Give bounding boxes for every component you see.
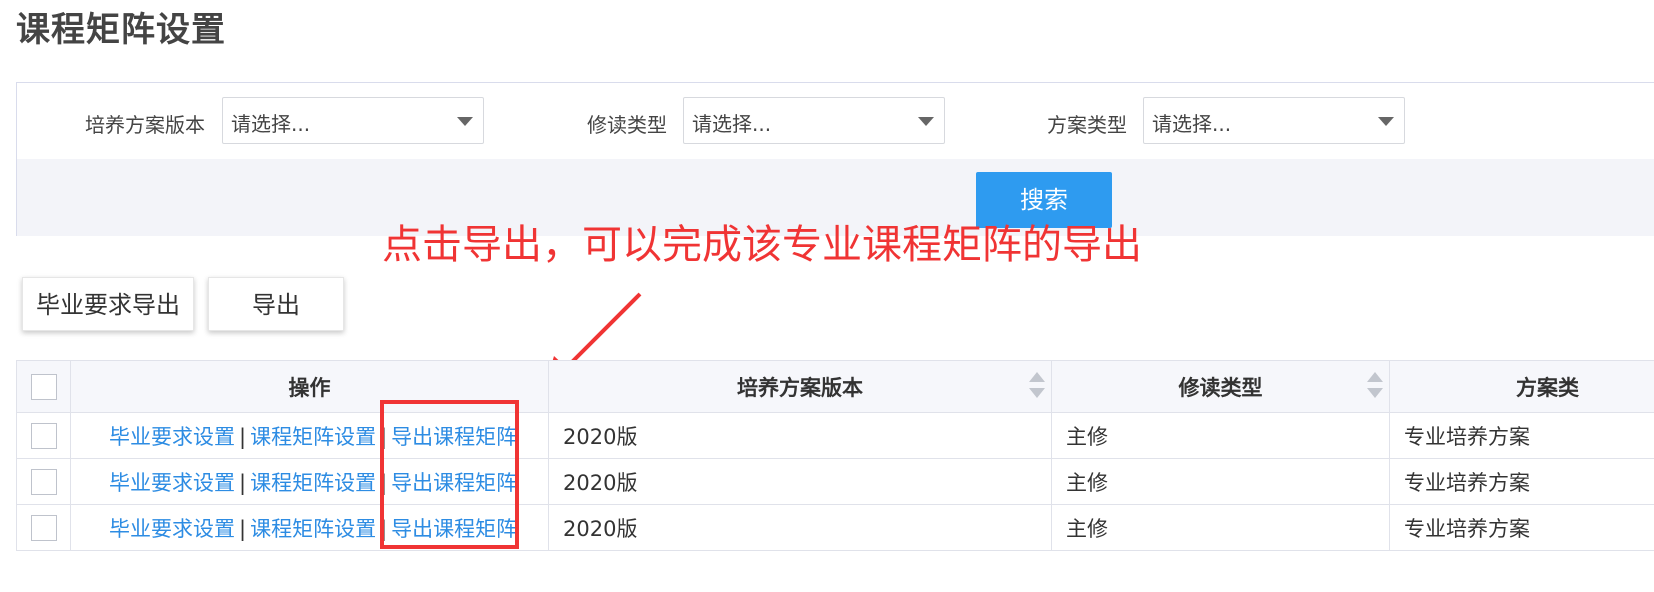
study-type-label: 修读类型 — [587, 113, 667, 137]
version-cell: 2020版 — [548, 504, 1052, 551]
export-button[interactable]: 导出 — [208, 277, 344, 331]
header-study-type[interactable]: 修读类型 — [1051, 360, 1390, 413]
table-row: 毕业要求设置 | 课程矩阵设置 | 导出课程矩阵 2020版 主修 专业培养方案 — [16, 412, 1654, 459]
row-checkbox[interactable] — [30, 468, 57, 495]
header-checkbox-cell — [16, 360, 71, 413]
sort-icon[interactable] — [1367, 372, 1383, 402]
annotation-text: 点击导出，可以完成该专业课程矩阵的导出 — [382, 222, 1142, 268]
plan-type-cell: 专业培养方案 — [1389, 458, 1654, 505]
header-plan-type: 方案类 — [1389, 360, 1654, 413]
version-label: 培养方案版本 — [85, 113, 205, 137]
chevron-down-icon — [1378, 117, 1394, 126]
plan-type-cell: 专业培养方案 — [1389, 504, 1654, 551]
table-header-row: 操作 培养方案版本 修读类型 方案类 — [16, 360, 1654, 413]
table-row: 毕业要求设置 | 课程矩阵设置 | 导出课程矩阵 2020版 主修 专业培养方案 — [16, 458, 1654, 505]
graduation-export-button[interactable]: 毕业要求导出 — [22, 277, 194, 331]
study-type-select-value: 请选择... — [692, 112, 772, 136]
version-select-value: 请选择... — [231, 112, 311, 136]
separator: | — [239, 516, 247, 541]
chevron-down-icon — [918, 117, 934, 126]
study-type-cell: 主修 — [1051, 412, 1390, 459]
graduation-requirement-link[interactable]: 毕业要求设置 — [109, 425, 235, 449]
version-cell: 2020版 — [548, 412, 1052, 459]
plan-type-cell: 专业培养方案 — [1389, 412, 1654, 459]
row-checkbox-cell — [16, 504, 71, 551]
data-table: 操作 培养方案版本 修读类型 方案类 毕业要求设置 | 课程矩阵设置 | 导出课程矩阵 … — [16, 360, 1654, 551]
course-matrix-settings-link[interactable]: 课程矩阵设置 — [250, 517, 376, 541]
row-checkbox[interactable] — [30, 514, 57, 541]
course-matrix-settings-link[interactable]: 课程矩阵设置 — [250, 425, 376, 449]
annotation-highlight-box — [380, 400, 519, 549]
separator: | — [239, 424, 247, 449]
course-matrix-settings-link[interactable]: 课程矩阵设置 — [250, 471, 376, 495]
row-checkbox-cell — [16, 412, 71, 459]
sort-icon[interactable] — [1029, 372, 1045, 402]
version-cell: 2020版 — [548, 458, 1052, 505]
select-all-checkbox[interactable] — [30, 373, 57, 400]
study-type-cell: 主修 — [1051, 504, 1390, 551]
graduation-requirement-link[interactable]: 毕业要求设置 — [109, 517, 235, 541]
header-version-label: 培养方案版本 — [737, 375, 863, 400]
header-version[interactable]: 培养方案版本 — [548, 360, 1052, 413]
table-row: 毕业要求设置 | 课程矩阵设置 | 导出课程矩阵 2020版 主修 专业培养方案 — [16, 504, 1654, 551]
row-checkbox-cell — [16, 458, 71, 505]
header-study-type-label: 修读类型 — [1178, 375, 1263, 400]
plan-type-label: 方案类型 — [1047, 113, 1127, 137]
plan-type-select-value: 请选择... — [1152, 112, 1232, 136]
graduation-requirement-link[interactable]: 毕业要求设置 — [109, 471, 235, 495]
version-select[interactable]: 请选择... — [222, 97, 484, 144]
study-type-select[interactable]: 请选择... — [683, 97, 945, 144]
study-type-cell: 主修 — [1051, 458, 1390, 505]
chevron-down-icon — [457, 117, 473, 126]
plan-type-select[interactable]: 请选择... — [1143, 97, 1405, 144]
row-checkbox[interactable] — [30, 422, 57, 449]
page-title: 课程矩阵设置 — [16, 10, 226, 50]
filter-row: 培养方案版本 请选择... 修读类型 请选择... 方案类型 请选择... — [17, 97, 1654, 145]
separator: | — [239, 470, 247, 495]
